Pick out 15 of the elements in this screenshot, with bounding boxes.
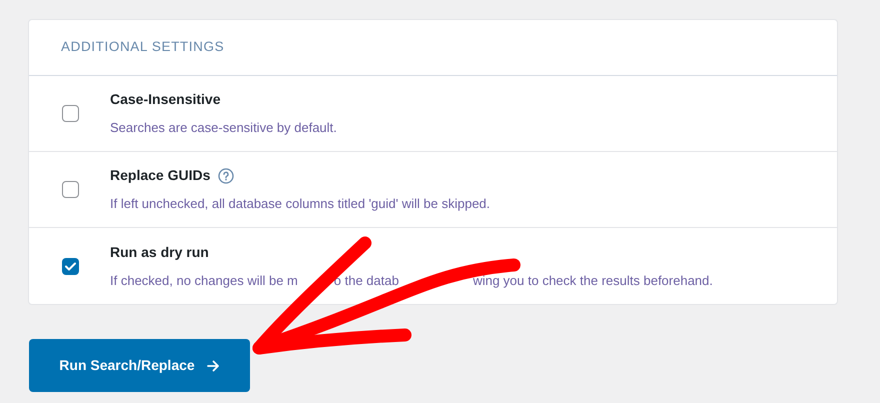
option-description: If checked, no changes will be m bbox=[110, 272, 298, 290]
checkbox[interactable] bbox=[62, 258, 79, 274]
option-description: wing you to check the results beforehand. bbox=[472, 272, 713, 290]
option-description: If left unchecked, all database columns titled 'guid' will be skipped. bbox=[110, 195, 490, 214]
checkbox[interactable] bbox=[62, 105, 79, 122]
option-label: Replace GUIDs bbox=[110, 166, 210, 186]
checkbox[interactable] bbox=[62, 181, 79, 198]
option-label: Run as dry run bbox=[110, 242, 209, 262]
option-label: Case-Insensitive bbox=[110, 90, 220, 110]
run-search-replace-button[interactable]: Run Search/Replace bbox=[29, 339, 250, 392]
arrow-right-icon bbox=[206, 360, 220, 372]
option-description: Searches are case-sensitive by default. bbox=[110, 119, 337, 138]
section-heading: ADDITIONAL SETTINGS bbox=[61, 38, 224, 56]
help-icon[interactable] bbox=[218, 168, 234, 184]
check-icon bbox=[65, 262, 76, 270]
